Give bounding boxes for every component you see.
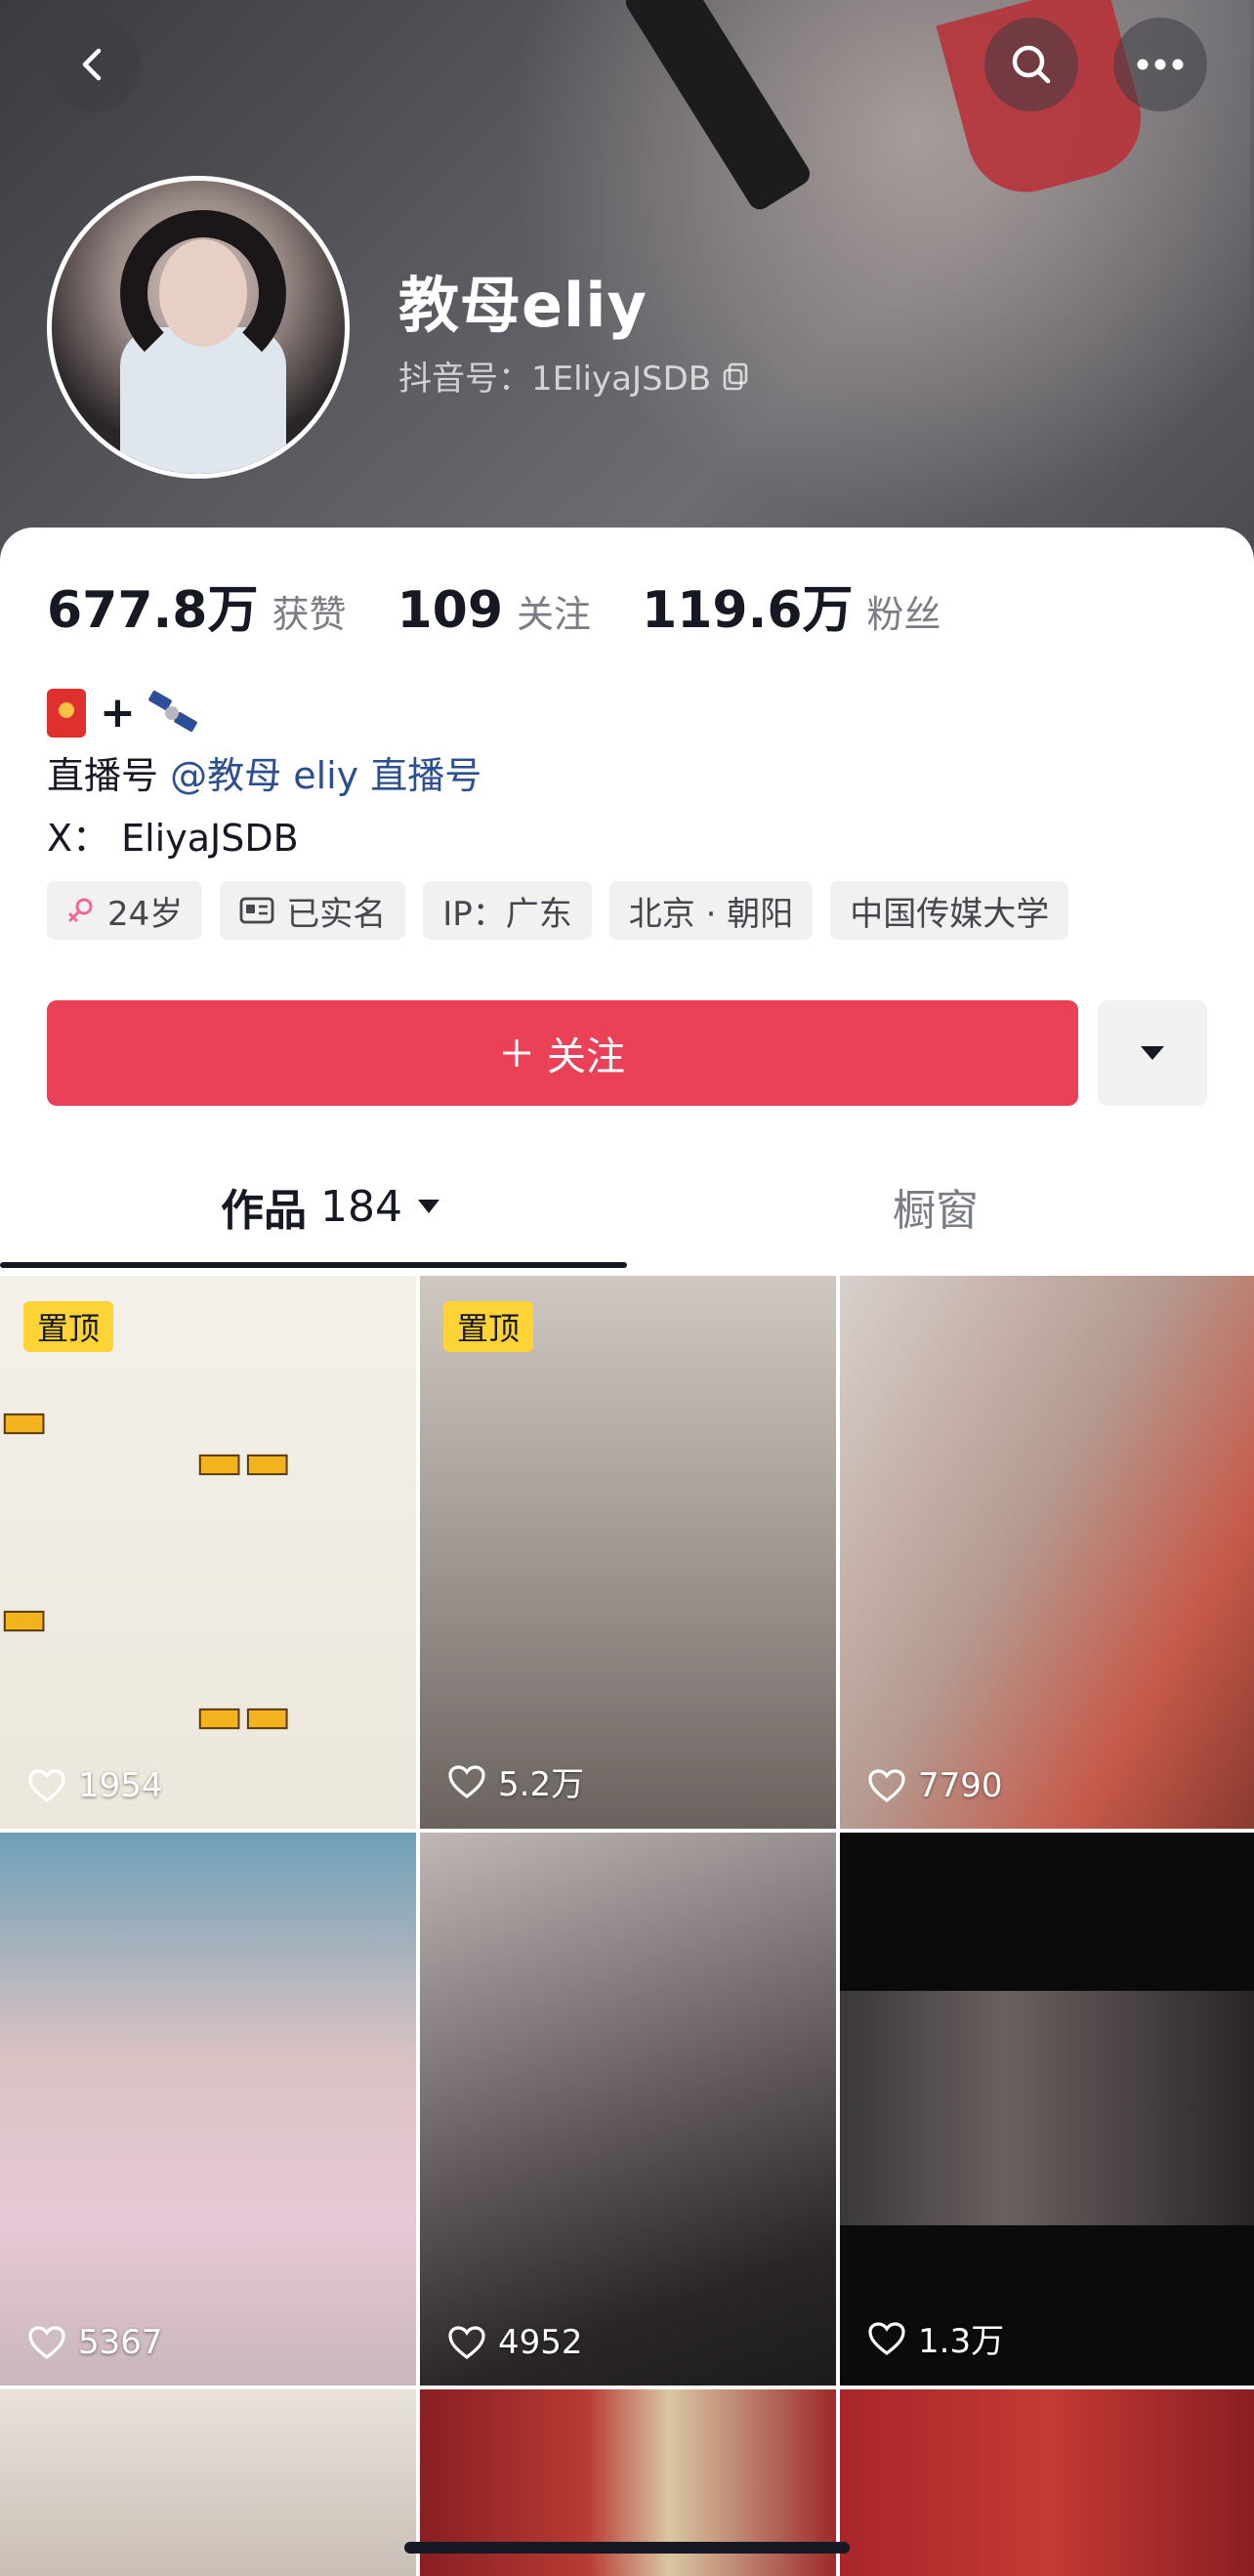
stat-value: 109 <box>397 581 504 640</box>
bio-live-line: 直播号 @教母 eliy 直播号 <box>47 744 481 807</box>
tag-text: 中国传媒大学 <box>850 894 1050 934</box>
video-thumbnail[interactable]: 4952 <box>420 1833 836 2386</box>
stat-label: 获赞 <box>272 593 347 636</box>
video-thumbnail[interactable]: 1.3万 <box>840 1833 1254 2386</box>
bio-emoji-line: + <box>47 682 481 744</box>
like-count-text: 1954 <box>78 1766 163 1805</box>
like-count: 1.3万 <box>867 2314 1004 2362</box>
red-packet-emoji-icon <box>47 689 86 738</box>
heart-icon <box>868 2321 905 2355</box>
pinned-badge: 置顶 <box>23 1301 114 1352</box>
like-count-text: 5.2万 <box>498 1765 585 1804</box>
like-count-text: 1.3万 <box>918 2322 1005 2361</box>
like-count: 4952 <box>447 2323 583 2362</box>
profile-name: 教母eliy <box>398 270 648 341</box>
video-thumbnail[interactable]: 置顶 5.2万 <box>420 1276 836 1829</box>
like-count: 7790 <box>867 1766 1003 1805</box>
stat-following[interactable]: 109 关注 <box>397 581 592 640</box>
like-count: 5.2万 <box>447 1757 584 1805</box>
heart-icon <box>28 1769 65 1803</box>
more-dots-icon <box>1137 59 1184 70</box>
stat-likes[interactable]: 677.8万 获赞 <box>47 569 347 642</box>
thumbnail-detail <box>840 1991 1254 2225</box>
like-count-text: 4952 <box>498 2323 583 2362</box>
bio-x-line: X： EliyaJSDB <box>47 817 299 860</box>
live-account-mention[interactable]: @教母 eliy 直播号 <box>170 754 481 797</box>
thumbnail-detail: ▬ <box>0 1390 49 1451</box>
stats-row: 677.8万 获赞 109 关注 119.6万 粉丝 <box>47 569 992 642</box>
stat-label: 粉丝 <box>866 593 941 636</box>
tag-school[interactable]: 中国传媒大学 <box>830 881 1069 940</box>
id-card-icon <box>239 897 274 924</box>
like-count-text: 7790 <box>918 1766 1003 1805</box>
stat-followers[interactable]: 119.6万 粉丝 <box>642 569 941 642</box>
tab-works-label: 作品 <box>221 1186 307 1236</box>
thumbnail-detail: ▬ <box>0 1587 49 1648</box>
video-thumbnail[interactable]: 7790 <box>840 1276 1254 1829</box>
heart-icon <box>448 2326 485 2360</box>
stat-value: 677.8万 <box>47 581 259 640</box>
satellite-emoji-icon <box>147 690 200 736</box>
chevron-left-icon <box>82 48 102 81</box>
heart-icon <box>448 1764 485 1798</box>
bio: + 直播号 @教母 eliy 直播号 X： EliyaJSDB <box>47 682 481 869</box>
douyin-id[interactable]: 抖音号：1EliyaJSDB <box>398 352 750 400</box>
avatar-detail <box>159 239 247 347</box>
more-actions-dropdown[interactable] <box>1098 1000 1207 1106</box>
profile-tags: 24岁 已实名 IP：广东 北京 · 朝阳 中国传媒大学 <box>47 881 1069 940</box>
video-thumbnail[interactable]: ▬ ▬▬ ▬ ▬▬ 置顶 1954 <box>0 1276 416 1829</box>
profile-tabs: 作品 184 橱窗 <box>0 1153 1254 1270</box>
thumbnail-detail: ▬▬ <box>194 1431 292 1492</box>
like-count: 5367 <box>27 2323 163 2362</box>
video-thumbnail[interactable] <box>840 2389 1254 2576</box>
stat-label: 关注 <box>517 593 592 636</box>
stat-value: 119.6万 <box>642 581 854 640</box>
tag-text: 24岁 <box>107 894 184 934</box>
tab-shop-label: 橱窗 <box>893 1186 979 1236</box>
avatar[interactable] <box>47 176 350 479</box>
heart-icon <box>28 2326 65 2360</box>
tag-text: 已实名 <box>286 894 387 934</box>
video-thumbnail[interactable]: 5367 <box>0 1833 416 2386</box>
like-count-text: 5367 <box>78 2323 163 2362</box>
douyin-id-text: 抖音号：1EliyaJSDB <box>398 359 712 399</box>
video-thumbnail[interactable] <box>0 2389 416 2576</box>
profile-card: 677.8万 获赞 109 关注 119.6万 粉丝 + 直播号 @教母 eli… <box>0 528 1254 1270</box>
back-button[interactable] <box>47 18 141 111</box>
heart-icon <box>868 1769 905 1803</box>
pinned-badge: 置顶 <box>443 1301 534 1352</box>
plus-icon <box>503 1039 530 1067</box>
bio-live-prefix: 直播号 <box>47 754 159 797</box>
tab-works-count: 184 <box>320 1181 402 1232</box>
tag-location[interactable]: 北京 · 朝阳 <box>608 881 814 940</box>
home-indicator[interactable] <box>404 2542 850 2554</box>
tag-ip: IP：广东 <box>423 881 592 940</box>
follow-label: 关注 <box>547 1035 625 1079</box>
tab-works[interactable]: 作品 184 <box>221 1153 441 1260</box>
female-icon <box>68 898 93 922</box>
plus-emoji-icon: + <box>100 688 136 738</box>
copy-icon <box>723 362 748 390</box>
caret-down-icon <box>417 1200 439 1213</box>
caret-down-icon <box>1141 1046 1164 1060</box>
tag-age: 24岁 <box>47 881 203 940</box>
more-button[interactable] <box>1113 18 1207 111</box>
active-tab-indicator <box>0 1262 627 1268</box>
tag-text: IP：广东 <box>442 894 572 934</box>
tag-text: 北京 · 朝阳 <box>628 894 794 934</box>
tab-shop[interactable]: 橱窗 <box>893 1153 979 1260</box>
tag-verified[interactable]: 已实名 <box>220 881 406 940</box>
like-count: 1954 <box>27 1766 163 1805</box>
thumbnail-detail: ▬▬ <box>194 1685 292 1746</box>
search-button[interactable] <box>984 18 1078 111</box>
search-icon <box>1012 45 1051 84</box>
follow-button[interactable]: 关注 <box>47 1000 1078 1106</box>
